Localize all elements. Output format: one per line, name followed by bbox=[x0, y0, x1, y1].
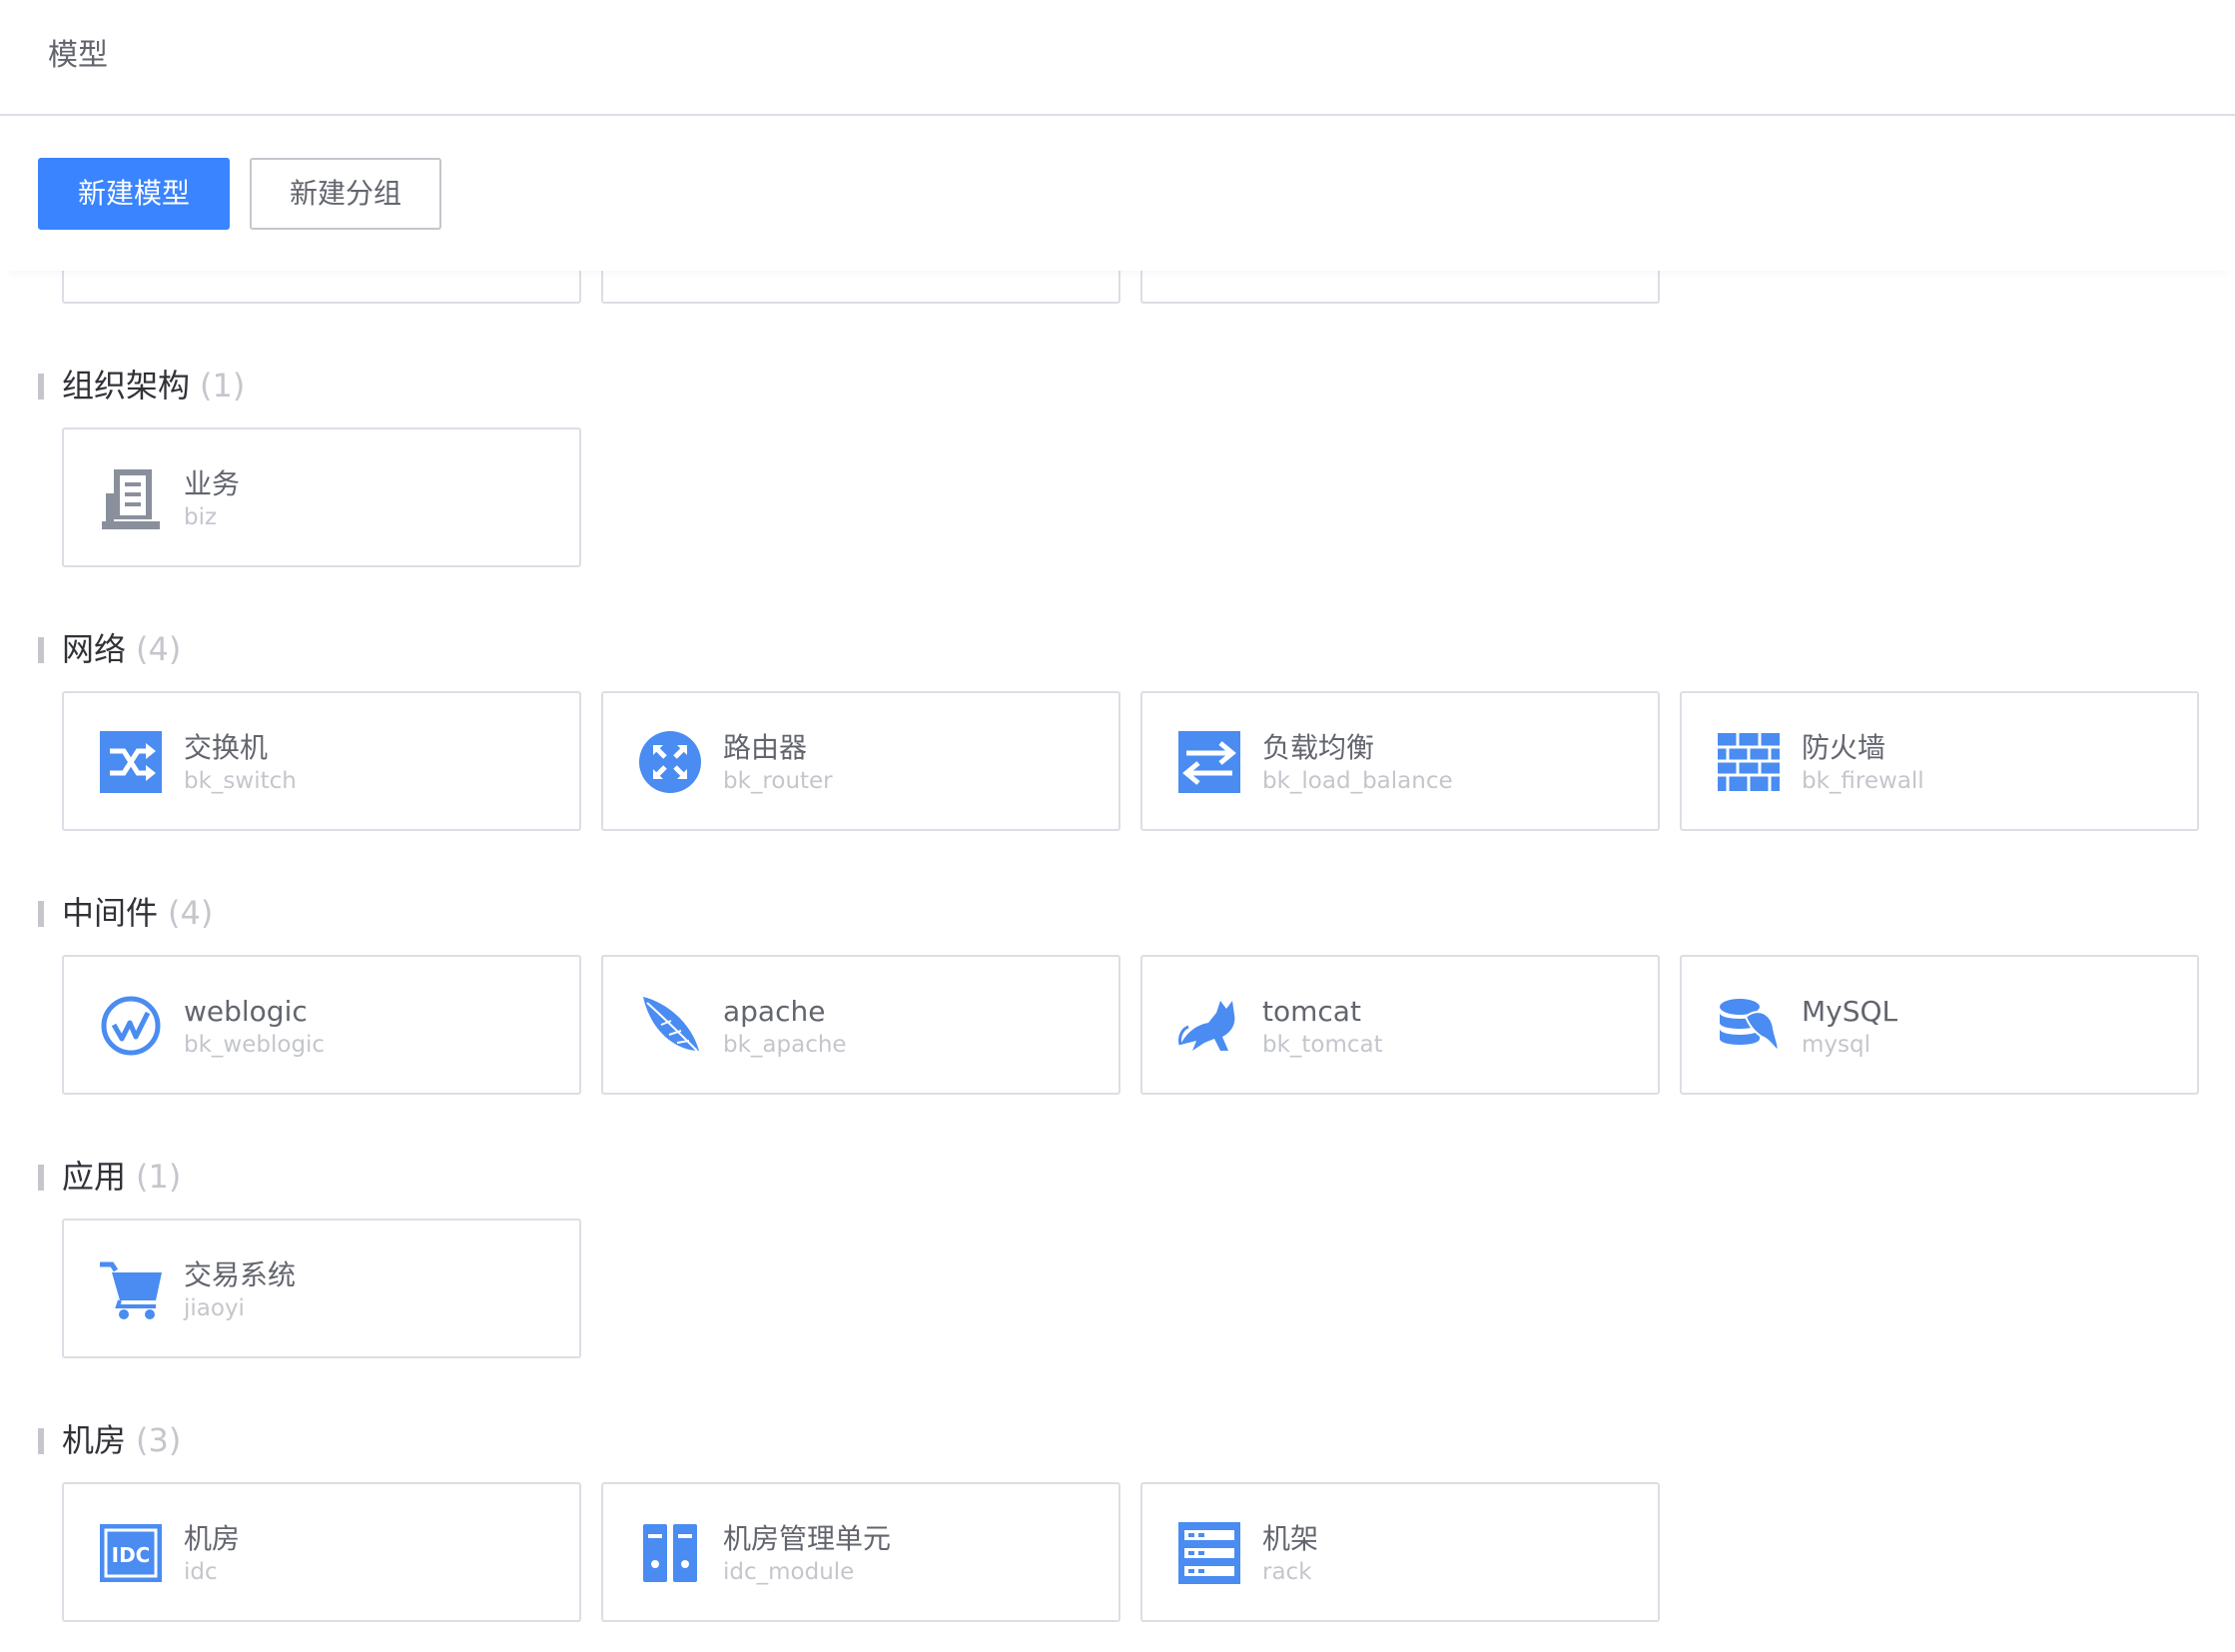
group-title-datacenter: 机房 (3) bbox=[38, 1418, 181, 1462]
model-name: 机房管理单元 bbox=[723, 1522, 892, 1555]
toolbar: 新建模型 新建分组 bbox=[0, 116, 2235, 271]
page-header: 模型 bbox=[0, 0, 2235, 116]
group-name: 中间件 bbox=[62, 894, 159, 932]
group-count: (1) bbox=[136, 1158, 182, 1196]
model-id: biz bbox=[184, 504, 218, 530]
model-card-switch[interactable]: 交换机 bk_switch bbox=[62, 691, 581, 831]
model-id: bk_tomcat bbox=[1262, 1032, 1383, 1058]
group-name: 应用 bbox=[62, 1158, 127, 1196]
page-title: 模型 bbox=[48, 38, 108, 73]
shopping-cart-icon bbox=[98, 1256, 164, 1322]
new-model-button[interactable]: 新建模型 bbox=[38, 158, 230, 230]
weblogic-icon bbox=[98, 993, 164, 1059]
idc-module-icon bbox=[637, 1520, 703, 1586]
group-name: 机房 bbox=[62, 1421, 127, 1459]
model-card-tomcat[interactable]: tomcat bk_tomcat bbox=[1140, 955, 1660, 1095]
group-name: 网络 bbox=[62, 630, 127, 668]
model-card-load-balance[interactable]: 负载均衡 bk_load_balance bbox=[1140, 691, 1660, 831]
model-name: 业务 bbox=[184, 467, 241, 500]
model-card-idc-module[interactable]: 机房管理单元 idc_module bbox=[601, 1482, 1120, 1622]
model-id: idc_module bbox=[723, 1559, 855, 1585]
apache-feather-icon bbox=[637, 993, 703, 1059]
model-id: mysql bbox=[1802, 1032, 1870, 1058]
model-name: 交换机 bbox=[184, 731, 269, 764]
model-card-mysql[interactable]: MySQL mysql bbox=[1680, 955, 2199, 1095]
group-count: (1) bbox=[200, 367, 246, 405]
model-name: tomcat bbox=[1262, 995, 1361, 1028]
model-name: apache bbox=[723, 995, 826, 1028]
biz-icon bbox=[98, 465, 164, 531]
model-id: bk_router bbox=[723, 768, 833, 794]
model-id: bk_apache bbox=[723, 1032, 847, 1058]
model-name: MySQL bbox=[1802, 995, 1898, 1028]
model-card-biz[interactable]: 业务 biz bbox=[62, 427, 581, 567]
model-card-apache[interactable]: apache bk_apache bbox=[601, 955, 1120, 1095]
model-name: 机架 bbox=[1262, 1522, 1319, 1555]
model-card-jiaoyi[interactable]: 交易系统 jiaoyi bbox=[62, 1219, 581, 1358]
model-card-rack[interactable]: 机架 rack bbox=[1140, 1482, 1660, 1622]
group-count: (3) bbox=[136, 1421, 182, 1459]
load-balance-icon bbox=[1176, 729, 1242, 795]
group-title-organization: 组织架构 (1) bbox=[38, 364, 245, 408]
group-title-network: 网络 (4) bbox=[38, 627, 181, 671]
group-title-middleware: 中间件 (4) bbox=[38, 891, 213, 935]
model-name: 负载均衡 bbox=[1262, 731, 1375, 764]
model-id: bk_load_balance bbox=[1262, 768, 1453, 794]
model-name: 防火墙 bbox=[1802, 731, 1886, 764]
router-icon bbox=[637, 729, 703, 795]
model-id: rack bbox=[1262, 1559, 1312, 1585]
model-id: idc bbox=[184, 1559, 218, 1585]
group-count: (4) bbox=[168, 894, 214, 932]
model-card-router[interactable]: 路由器 bk_router bbox=[601, 691, 1120, 831]
model-id: bk_firewall bbox=[1802, 768, 1924, 794]
idc-icon: IDC bbox=[98, 1520, 164, 1586]
model-name: 路由器 bbox=[723, 731, 808, 764]
model-card-weblogic[interactable]: weblogic bk_weblogic bbox=[62, 955, 581, 1095]
model-name: weblogic bbox=[184, 995, 308, 1028]
new-group-button[interactable]: 新建分组 bbox=[250, 158, 441, 230]
group-count: (4) bbox=[136, 630, 182, 668]
model-card-firewall[interactable]: 防火墙 bk_firewall bbox=[1680, 691, 2199, 831]
mysql-icon bbox=[1716, 993, 1782, 1059]
model-id: bk_weblogic bbox=[184, 1032, 326, 1058]
switch-icon bbox=[98, 729, 164, 795]
group-title-application: 应用 (1) bbox=[38, 1155, 181, 1199]
model-id: bk_switch bbox=[184, 768, 297, 794]
group-name: 组织架构 bbox=[62, 367, 191, 405]
model-name: 交易系统 bbox=[184, 1258, 297, 1291]
svg-text:IDC: IDC bbox=[112, 1543, 151, 1567]
rack-icon bbox=[1176, 1520, 1242, 1586]
firewall-icon bbox=[1716, 729, 1782, 795]
model-id: jiaoyi bbox=[184, 1295, 245, 1321]
model-card-idc[interactable]: IDC 机房 idc bbox=[62, 1482, 581, 1622]
tomcat-icon bbox=[1176, 993, 1242, 1059]
model-name: 机房 bbox=[184, 1522, 241, 1555]
